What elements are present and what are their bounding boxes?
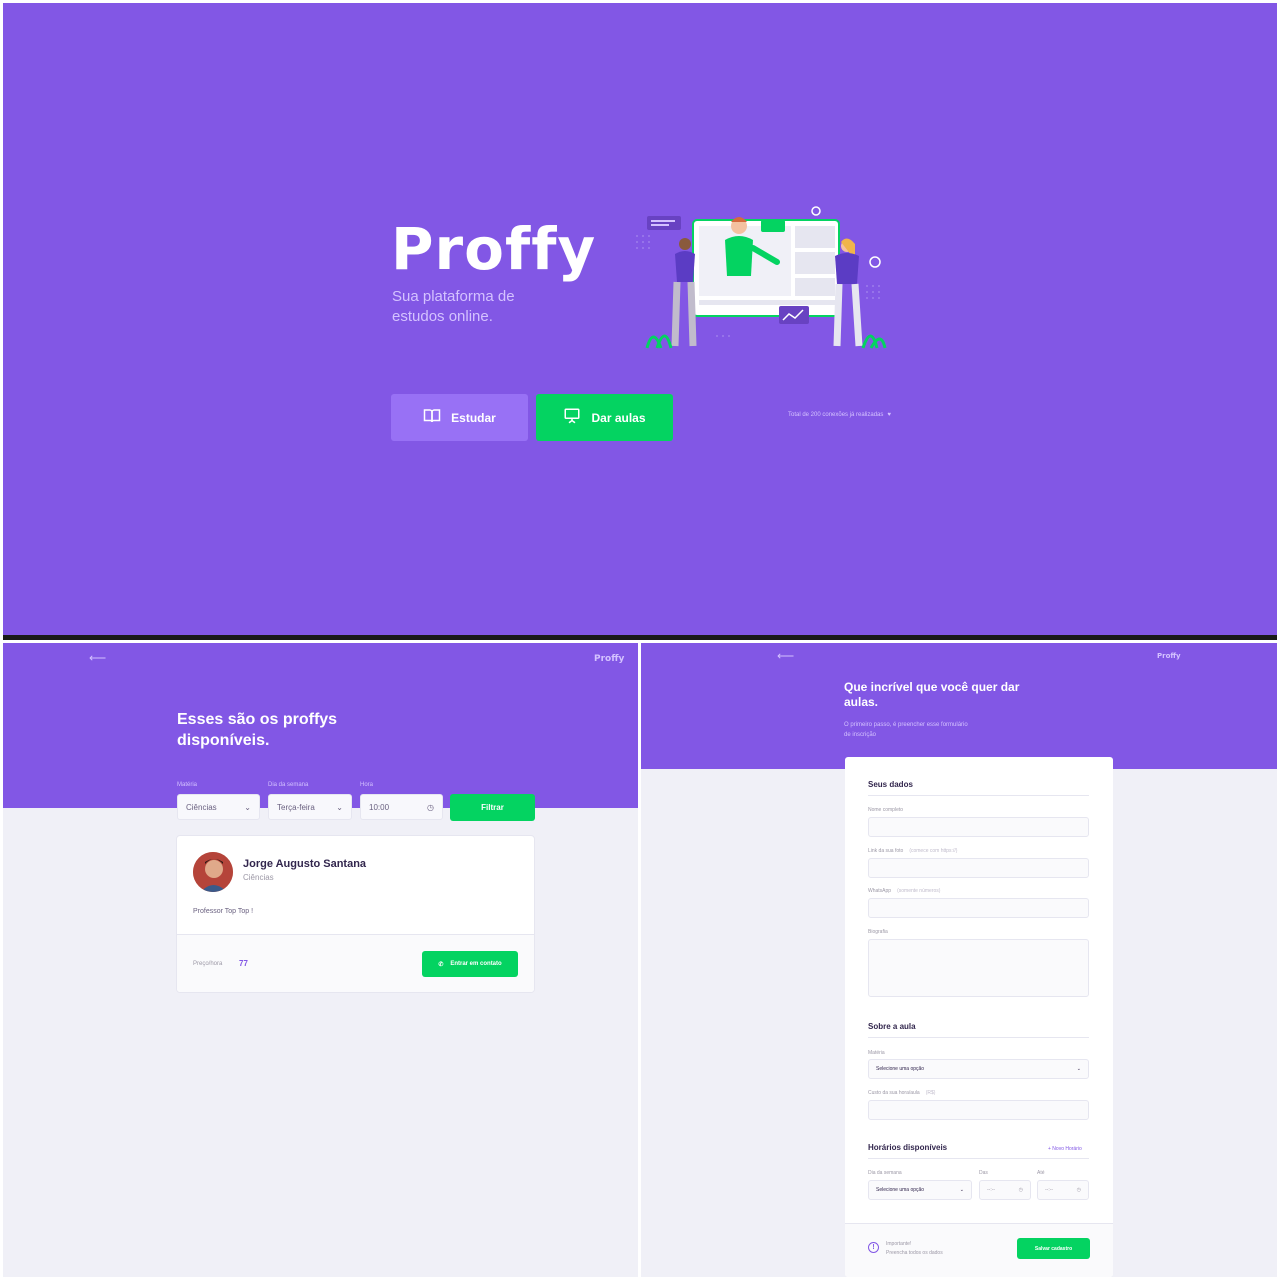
teacher-subject: Ciências xyxy=(243,873,274,882)
form-header-logo: Proffy xyxy=(1157,652,1181,660)
avatar-url-label: Link da sua foto (comece com https://) xyxy=(868,848,957,854)
registration-form: Seus dados Nome completo Link da sua fot… xyxy=(845,757,1113,1277)
teacher-name: Jorge Augusto Santana xyxy=(243,858,367,870)
landing-logo: Proffy xyxy=(391,215,597,283)
chevron-down-icon: ⌄ xyxy=(959,1187,964,1193)
back-arrow-icon[interactable]: ⟵ xyxy=(777,649,794,663)
study-button[interactable]: Estudar xyxy=(391,394,528,441)
whatsapp-hint: (somente números) xyxy=(897,888,941,894)
landing-page: Proffy Sua plataforma de estudos online. xyxy=(3,3,1277,635)
cost-label-text: Custo da sua hora/aula xyxy=(868,1090,920,1096)
whatsapp-label-text: WhatsApp xyxy=(868,888,892,894)
warning-text: Preencha todos os dados xyxy=(886,1250,943,1256)
cost-field[interactable] xyxy=(868,1100,1089,1120)
cost-hint: (R$) xyxy=(925,1090,936,1096)
whatsapp-field[interactable] xyxy=(868,898,1089,918)
section-your-data: Seus dados xyxy=(868,780,1089,796)
teacher-card-footer: Preço/hora 77 ✆ Entrar em contato xyxy=(177,934,534,992)
back-arrow-icon[interactable]: ⟵ xyxy=(89,651,106,665)
whatsapp-icon: ✆ xyxy=(438,961,444,968)
warning-icon: ! xyxy=(868,1242,879,1253)
save-button[interactable]: Salvar cadastro xyxy=(1017,1238,1090,1259)
subject-label: Matéria xyxy=(868,1050,885,1056)
new-time-button[interactable]: + Novo Horário xyxy=(1048,1146,1082,1152)
schedule-weekday-select[interactable]: Selecione uma opção ⌄ xyxy=(868,1180,972,1200)
schedule-weekday-label: Dia da semana xyxy=(868,1170,902,1176)
teacher-form-page: ⟵ Proffy Que incrível que você quer dar … xyxy=(641,643,1277,1277)
subject-filter-label: Matéria xyxy=(177,782,198,788)
avatar-url-label-text: Link da sua foto xyxy=(868,848,904,854)
time-input-value: 10:00 xyxy=(369,802,390,812)
total-connections: Total de 200 conexões já realizadas ♥ xyxy=(788,412,891,418)
teacher-list-page: ⟵ Proffy Esses são os proffys disponívei… xyxy=(3,643,638,1277)
contact-button-label: Entrar em contato xyxy=(450,961,502,967)
presentation-icon xyxy=(563,407,581,428)
hero-illustration xyxy=(636,206,887,349)
weekday-select-value: Terça-feira xyxy=(277,802,315,812)
clock-icon: ◷ xyxy=(1018,1187,1023,1193)
chevron-down-icon: ⌄ xyxy=(1076,1066,1081,1072)
landing-tagline: Sua plataforma de estudos online. xyxy=(392,288,515,325)
filter-button[interactable]: Filtrar xyxy=(450,794,535,821)
price-label: Preço/hora xyxy=(193,961,223,967)
teacher-bio: Professor Top Top ! xyxy=(193,908,254,915)
time-input[interactable]: 10:00 ◷ xyxy=(360,794,443,820)
teach-button-label: Dar aulas xyxy=(591,410,646,425)
schedule-to-label: Até xyxy=(1037,1170,1045,1176)
bio-textarea[interactable] xyxy=(868,939,1089,997)
subject-select[interactable]: Ciências ⌄ xyxy=(177,794,260,820)
name-field[interactable] xyxy=(868,817,1089,837)
contact-button[interactable]: ✆ Entrar em contato xyxy=(422,951,518,977)
avatar-url-hint: (comece com https://) xyxy=(909,848,958,854)
subject-select-placeholder: Selecione uma opção xyxy=(876,1066,925,1072)
book-open-icon xyxy=(423,407,441,428)
section-about-class: Sobre a aula xyxy=(868,1022,1089,1038)
total-connections-text: Total de 200 conexões já realizadas xyxy=(788,412,884,418)
form-footer: ! Importante! Preencha todos os dados Sa… xyxy=(845,1223,1113,1277)
subject-select-value: Ciências xyxy=(186,802,217,812)
schedule-to-placeholder: --:-- xyxy=(1045,1187,1054,1193)
price-value: 77 xyxy=(239,959,248,968)
list-page-title: Esses são os proffys disponíveis. xyxy=(177,711,338,749)
bio-label: Biografia xyxy=(868,929,888,935)
teach-button[interactable]: Dar aulas xyxy=(536,394,673,441)
clock-icon: ◷ xyxy=(1076,1187,1081,1193)
form-page-subtitle: O primeiro passo, é preencher esse formu… xyxy=(844,722,968,738)
whatsapp-label: WhatsApp (somente números) xyxy=(868,888,940,894)
schedule-from-input[interactable]: --:-- ◷ xyxy=(979,1180,1031,1200)
warning-title: Importante! xyxy=(886,1241,912,1247)
warning-message: Importante! Preencha todos os dados xyxy=(886,1240,943,1258)
chevron-down-icon: ⌄ xyxy=(336,802,343,812)
weekday-filter-label: Dia da semana xyxy=(268,782,309,788)
chevron-down-icon: ⌄ xyxy=(244,802,251,812)
schedule-weekday-placeholder: Selecione uma opção xyxy=(876,1187,925,1193)
avatar xyxy=(193,852,233,892)
panel-separator xyxy=(3,635,1277,640)
subject-select[interactable]: Selecione uma opção ⌄ xyxy=(868,1059,1089,1079)
study-button-label: Estudar xyxy=(451,410,496,425)
weekday-select[interactable]: Terça-feira ⌄ xyxy=(268,794,352,820)
schedule-from-placeholder: --:-- xyxy=(987,1187,996,1193)
purple-heart-icon: ♥ xyxy=(887,412,891,418)
cost-label: Custo da sua hora/aula (R$) xyxy=(868,1090,935,1096)
schedule-from-label: Das xyxy=(979,1170,988,1176)
form-page-title: Que incrível que você quer dar aulas. xyxy=(844,680,1020,709)
clock-icon: ◷ xyxy=(427,802,434,812)
schedule-to-input[interactable]: --:-- ◷ xyxy=(1037,1180,1089,1200)
teacher-card: Jorge Augusto Santana Ciências Professor… xyxy=(176,835,535,993)
avatar-url-field[interactable] xyxy=(868,858,1089,878)
list-header-logo: Proffy xyxy=(594,654,625,664)
name-label: Nome completo xyxy=(868,807,904,813)
time-filter-label: Hora xyxy=(360,782,374,788)
